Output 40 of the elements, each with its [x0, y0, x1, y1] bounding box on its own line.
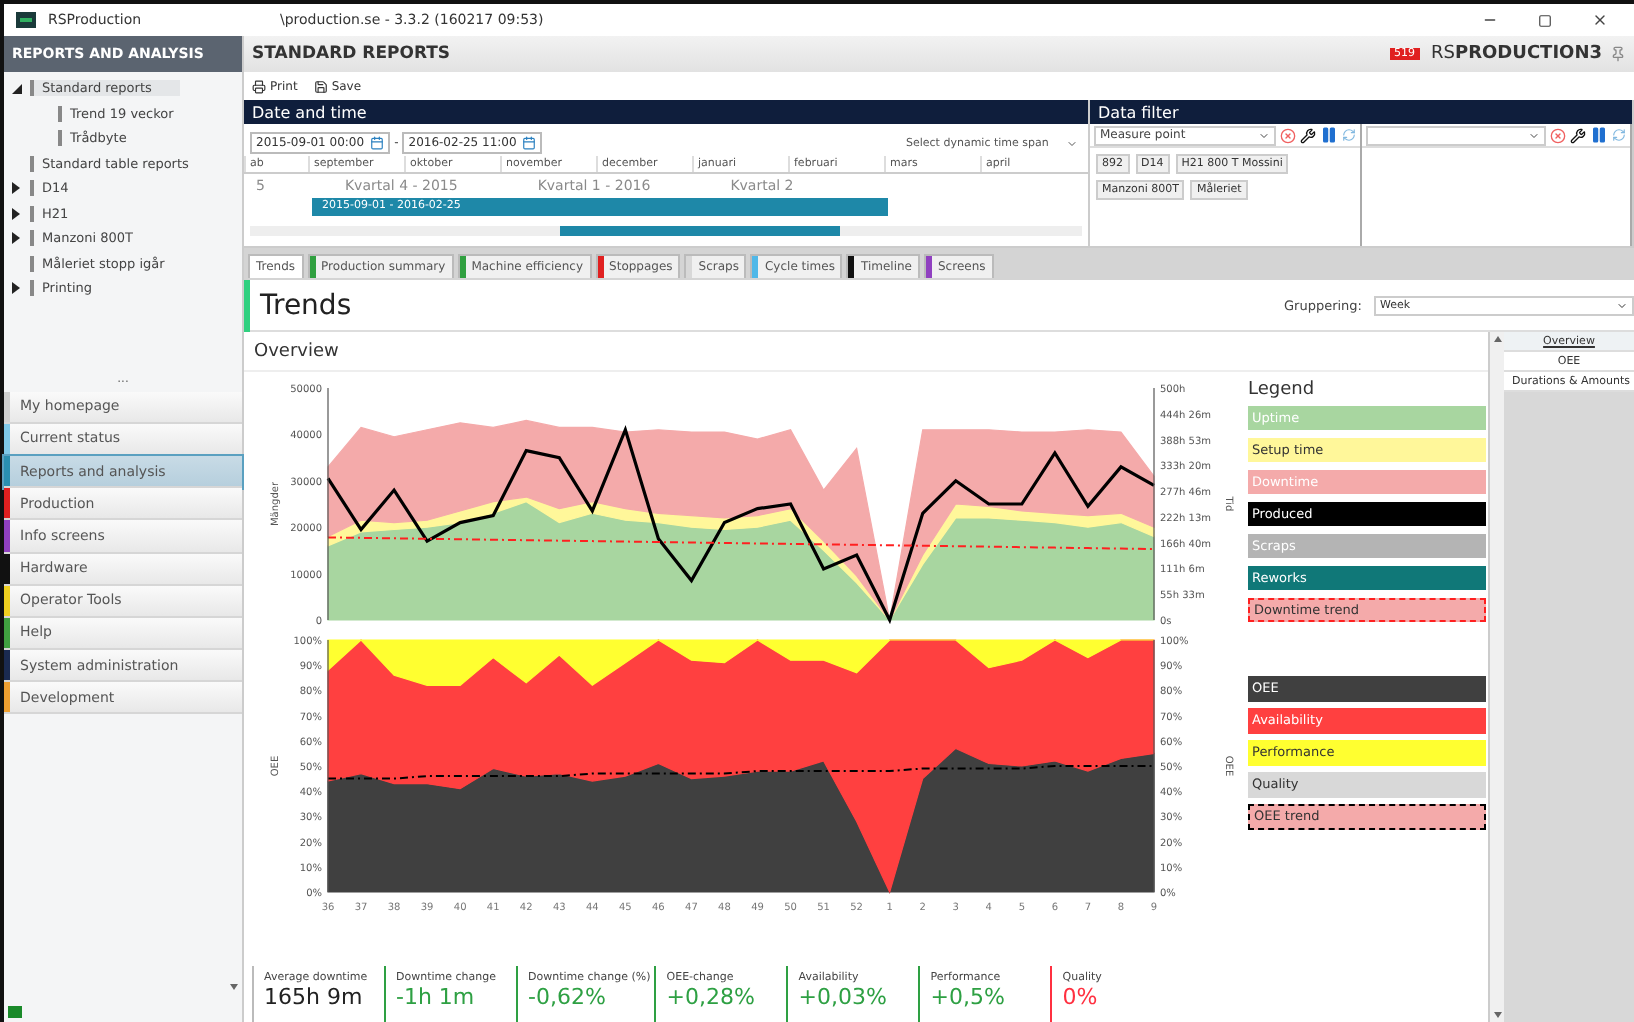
chevron-down-icon [1528, 129, 1540, 141]
page-title: Trends [244, 279, 1284, 331]
maximize-icon[interactable] [1538, 13, 1552, 27]
pin-icon[interactable] [1610, 46, 1626, 62]
scrollbar-thumb[interactable] [560, 226, 840, 236]
panel-header: Date and time [244, 100, 1088, 124]
collapsed-arrow-icon[interactable] [12, 232, 20, 245]
calendar-icon[interactable] [370, 136, 385, 150]
kpi-value: -0,62% [528, 984, 608, 1010]
kpi-value: +0,03% [798, 984, 887, 1010]
app-icon [16, 12, 36, 28]
wrench-icon[interactable] [1570, 127, 1586, 143]
close-icon[interactable] [1592, 12, 1608, 28]
chevron-down-icon [1616, 299, 1628, 311]
caret-icon[interactable] [230, 984, 238, 990]
chevron-down-icon [1257, 129, 1269, 141]
collapsed-arrow-icon[interactable] [12, 182, 20, 195]
scroll-down-icon[interactable] [1493, 1012, 1501, 1018]
calendar-icon[interactable] [522, 136, 537, 150]
page-header: STANDARD REPORTS [252, 44, 453, 64]
panel-header: Data filter [1090, 100, 1632, 124]
collapsed-arrow-icon[interactable] [12, 282, 20, 295]
printer-icon [252, 79, 266, 93]
wrench-icon[interactable] [1299, 127, 1315, 143]
kpi-value: 165h 9m [264, 984, 365, 1010]
scroll-up-icon[interactable] [1493, 336, 1501, 342]
collapsed-arrow-icon[interactable] [12, 207, 20, 220]
scrollbar[interactable] [1490, 332, 1504, 1022]
chevron-down-icon [1066, 137, 1078, 149]
kpi-value: -1h 1m [396, 984, 477, 1010]
section-title: Overview [244, 332, 1488, 372]
kpi-value: 0% [1062, 984, 1100, 1010]
kpi-value: +0,28% [666, 984, 755, 1010]
pause-icon[interactable] [1319, 126, 1337, 144]
brand-logo: RSPRODUCTION3 [1431, 44, 1602, 64]
kpi-value: +0,5% [930, 984, 1005, 1010]
pause-icon[interactable] [1590, 126, 1608, 144]
status-indicator-icon [8, 1006, 22, 1018]
expanded-arrow-icon[interactable] [12, 84, 22, 95]
legend-title: Legend [1248, 380, 1317, 400]
